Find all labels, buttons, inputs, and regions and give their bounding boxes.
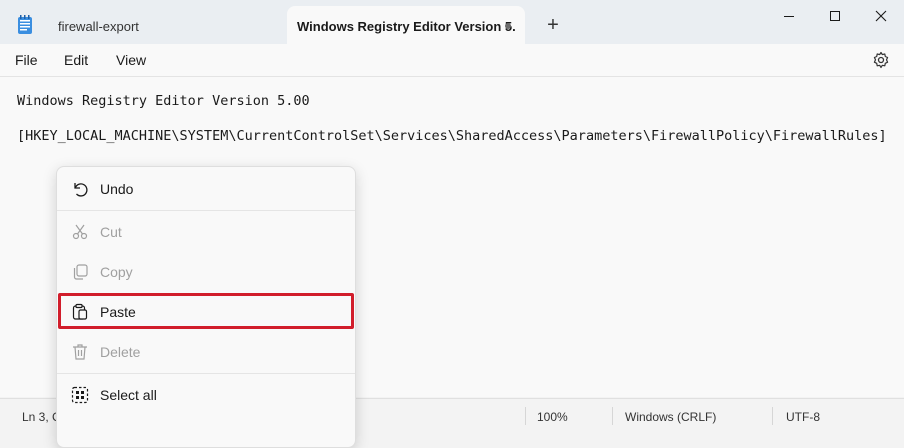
cut-icon xyxy=(72,224,88,240)
menu-item-label: Undo xyxy=(100,181,134,197)
menu-item-delete[interactable]: Delete xyxy=(61,335,351,369)
menu-item-copy[interactable]: Copy xyxy=(61,255,351,289)
select-all-icon xyxy=(71,386,89,404)
editor-line-1: Windows Registry Editor Version 5.00 xyxy=(17,93,310,109)
notepad-icon xyxy=(18,15,32,34)
menu-edit[interactable]: Edit xyxy=(64,52,88,68)
close-button[interactable] xyxy=(858,0,904,32)
menu-item-select-all[interactable]: Select all xyxy=(61,378,351,412)
status-divider xyxy=(612,407,613,425)
plus-icon[interactable]: + xyxy=(540,12,566,38)
close-icon xyxy=(875,10,887,22)
menu-view[interactable]: View xyxy=(116,52,146,68)
encoding[interactable]: UTF-8 xyxy=(786,410,820,424)
editor-line-2: [HKEY_LOCAL_MACHINE\SYSTEM\CurrentContro… xyxy=(17,128,887,144)
line-ending[interactable]: Windows (CRLF) xyxy=(625,410,716,424)
menu-item-label: Select all xyxy=(100,387,157,403)
title-bar: firewall-export Windows Registry Editor … xyxy=(0,0,904,44)
zoom-level[interactable]: 100% xyxy=(537,410,568,424)
menu-item-undo[interactable]: Undo xyxy=(61,172,351,206)
paste-highlight-box xyxy=(58,293,354,329)
minimize-icon xyxy=(784,16,794,17)
status-divider xyxy=(772,407,773,425)
menu-item-label: Delete xyxy=(100,344,141,360)
tab-label: firewall-export xyxy=(58,19,139,34)
undo-icon xyxy=(74,183,88,197)
tab-registry-editor[interactable]: Windows Registry Editor Version 5. xyxy=(287,6,525,44)
menu-item-cut[interactable]: Cut xyxy=(61,215,351,249)
gear-icon[interactable] xyxy=(872,51,890,69)
menu-separator xyxy=(57,210,355,211)
status-divider xyxy=(525,407,526,425)
unsaved-dot-icon[interactable] xyxy=(505,23,511,29)
menu-bar: File Edit View xyxy=(0,44,904,77)
menu-separator xyxy=(57,373,355,374)
menu-item-label: Copy xyxy=(100,264,133,280)
tab-label: Windows Registry Editor Version 5. xyxy=(297,19,516,34)
maximize-icon xyxy=(830,11,840,21)
menu-file[interactable]: File xyxy=(15,52,38,68)
copy-icon xyxy=(73,264,88,280)
maximize-button[interactable] xyxy=(812,0,858,32)
menu-item-label: Cut xyxy=(100,224,122,240)
tab-firewall-export[interactable]: firewall-export xyxy=(48,6,282,44)
minimize-button[interactable] xyxy=(766,0,812,32)
cursor-position: Ln 3, C xyxy=(22,410,61,424)
delete-icon xyxy=(73,344,87,360)
